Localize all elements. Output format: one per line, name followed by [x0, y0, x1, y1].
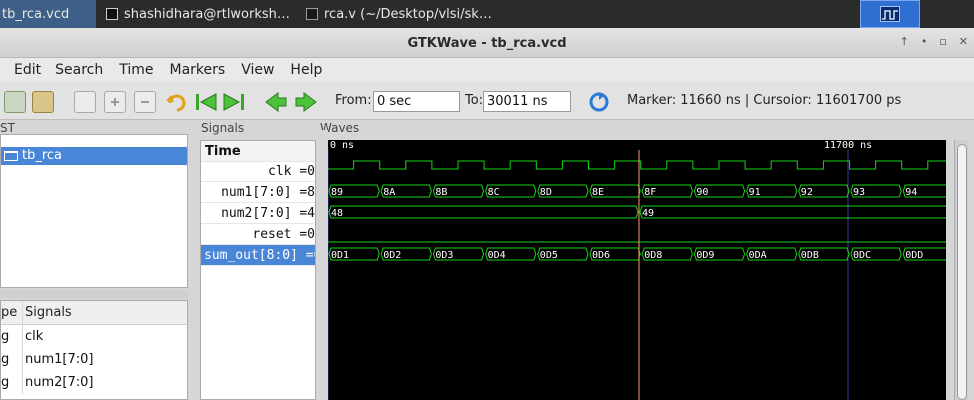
signal-num1[interactable]: num1[7:0] =8 [201, 182, 315, 203]
num1-value: 93 [853, 187, 865, 198]
sum-out-value: 0DB [801, 250, 819, 261]
pane-splitter[interactable] [0, 290, 188, 298]
num1-value: 8D [540, 187, 552, 198]
num1-value: 8A [383, 187, 395, 198]
signal-clk[interactable]: clk =0 [201, 161, 315, 182]
window-titlebar: GTKWave - tb_rca.vcd ↑ • ▫ ✕ [0, 28, 974, 58]
sum-out-value: 0D5 [540, 250, 558, 261]
menu-markers[interactable]: Markers [170, 62, 226, 78]
from-label: From: [335, 93, 372, 108]
clk-trace [328, 160, 946, 170]
menu-bar: Edit Search Time Markers View Help [0, 58, 974, 82]
sum-out-value: 0DA [749, 250, 767, 261]
num2-segment [639, 205, 946, 219]
num1-value: 8F [644, 187, 656, 198]
module-icon [4, 151, 18, 161]
signal-num2[interactable]: num2[7:0] =4 [201, 203, 315, 224]
signal-reset[interactable]: reset =0 [201, 224, 315, 245]
reload-icon[interactable] [588, 91, 610, 113]
menu-help[interactable]: Help [290, 62, 322, 78]
first-page-icon[interactable] [194, 91, 217, 113]
sst-tree: tb_rca [0, 134, 188, 288]
page-right-icon[interactable] [294, 91, 317, 113]
waves-left-gutter [316, 130, 328, 400]
num1-value: 94 [905, 187, 917, 198]
menu-search[interactable]: Search [55, 62, 103, 78]
waveform-icon [880, 6, 900, 22]
table-header: pe Signals [1, 301, 187, 325]
cut-icon[interactable] [4, 91, 26, 113]
last-page-icon[interactable] [222, 91, 244, 113]
menu-view[interactable]: View [241, 62, 274, 78]
sum-out-value: 0D2 [383, 250, 401, 261]
signals-column-header[interactable]: Signals [23, 301, 72, 324]
window-title: GTKWave - tb_rca.vcd [407, 36, 567, 51]
scrollbar-thumb[interactable] [957, 144, 967, 400]
num1-value: 8C [488, 187, 500, 198]
menu-edit[interactable]: Edit [14, 62, 41, 78]
sst-pane-header: ST [0, 121, 15, 135]
num1-value: 92 [801, 187, 813, 198]
shade-button[interactable]: • [921, 35, 928, 48]
undo-zoom-icon[interactable] [164, 91, 186, 113]
num2-value: 48 [331, 208, 343, 219]
num2-segment [328, 205, 639, 219]
waveform-canvas[interactable]: 0 ns 11700 ns 89 8A 8B 8C 8D 8E 8F 90 91 92 93 94 48 49… [328, 140, 946, 400]
taskbar: tb_rca.vcd shashidhara@rtlworksh… rca.v … [0, 0, 974, 28]
sum-out-value: 0D3 [435, 250, 453, 261]
sum-out-value: 0DD [905, 250, 923, 261]
tree-item-tb-rca[interactable]: tb_rca [1, 147, 187, 165]
table-row[interactable]: g clk [1, 325, 187, 348]
page-left-icon[interactable] [264, 91, 287, 113]
sum-out-value: 0D4 [488, 250, 506, 261]
num1-value: 8E [592, 187, 604, 198]
sum-out-value: 0D1 [331, 250, 349, 261]
paste-icon[interactable] [32, 91, 54, 113]
zoom-fit-icon[interactable] [74, 91, 96, 113]
close-button[interactable]: ✕ [959, 35, 968, 48]
signal-sum-out[interactable]: sum_out[8:0] =0 [201, 245, 315, 266]
num1-value: 8B [435, 187, 447, 198]
sum-out-value: 0D6 [592, 250, 610, 261]
task-terminal[interactable]: shashidhara@rtlworksh… [100, 0, 295, 28]
maximize-button[interactable]: ▫ [939, 35, 946, 48]
zoom-out-icon[interactable] [134, 91, 156, 113]
waves-vertical-scrollbar[interactable] [954, 140, 968, 400]
signals-pane-header: Signals [201, 121, 245, 135]
table-row[interactable]: g num1[7:0] [1, 348, 187, 371]
marker-cursor-status: Marker: 11660 ns | Cursoior: 11601700 ps [627, 93, 902, 108]
sum-out-value: 0D9 [696, 250, 714, 261]
zoom-in-icon[interactable] [104, 91, 126, 113]
num1-value: 91 [749, 187, 761, 198]
from-time-input[interactable] [373, 91, 460, 112]
to-label: To: [465, 93, 484, 108]
signals-list: Time clk =0 num1[7:0] =8 num2[7:0] =4 re… [200, 140, 316, 400]
num1-value: 90 [696, 187, 708, 198]
waveform-viewer[interactable]: 0 ns 11700 ns 89 8A 8B 8C 8D 8E 8F 90 91 92 93 94 48 49… [328, 140, 946, 400]
sum-out-value: 0DC [853, 250, 871, 261]
menu-time[interactable]: Time [119, 62, 153, 78]
terminal-icon [106, 8, 118, 20]
signal-type-table: pe Signals g clk g num1[7:0] g num2[7:0] [0, 300, 188, 400]
time-label: 0 ns [330, 140, 354, 151]
to-time-input[interactable] [483, 91, 571, 112]
task-editor[interactable]: rca.v (~/Desktop/vlsi/sk… [300, 0, 495, 28]
type-column-header[interactable]: pe [1, 301, 23, 324]
task-tb-rca-vcd[interactable]: tb_rca.vcd [0, 0, 96, 28]
num1-value: 89 [331, 187, 343, 198]
sum-out-value: 0D8 [644, 250, 662, 261]
toolbar: From: To: Marker: 11660 ns | Cursoior: 1… [0, 82, 974, 120]
editor-icon [306, 8, 318, 20]
table-row[interactable]: g num2[7:0] [1, 371, 187, 394]
time-label: 11700 ns [824, 140, 872, 151]
window-controls: ↑ • ▫ ✕ [900, 35, 968, 48]
gtkwave-tray-button[interactable] [860, 0, 920, 28]
time-row: Time [201, 141, 315, 162]
num2-value: 49 [642, 208, 654, 219]
keep-above-button[interactable]: ↑ [900, 35, 909, 48]
